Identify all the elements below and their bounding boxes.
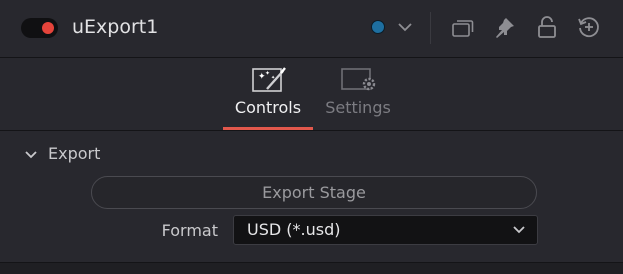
tab-settings[interactable]: Settings bbox=[318, 58, 398, 130]
windows-icon[interactable] bbox=[451, 17, 475, 39]
tab-controls[interactable]: ✦ ✦ ✦ Controls bbox=[223, 58, 313, 130]
magic-wand-icon: ✦ ✦ ✦ bbox=[252, 67, 286, 92]
lock-icon[interactable] bbox=[537, 15, 557, 39]
svg-text:✦: ✦ bbox=[265, 70, 270, 77]
chevron-down-icon bbox=[25, 151, 37, 159]
format-select-value: USD (*.usd) bbox=[247, 220, 341, 239]
inspector-tabs: ✦ ✦ ✦ Controls Settings bbox=[0, 58, 623, 131]
pin-icon[interactable] bbox=[494, 16, 516, 40]
color-swatch[interactable] bbox=[371, 20, 385, 34]
node-header: uExport1 bbox=[0, 0, 623, 58]
svg-text:✦: ✦ bbox=[271, 75, 275, 81]
reset-icon[interactable] bbox=[577, 15, 601, 39]
chevron-down-icon[interactable] bbox=[397, 20, 413, 34]
node-title[interactable]: uExport1 bbox=[72, 14, 158, 40]
export-stage-button[interactable]: Export Stage bbox=[91, 176, 537, 209]
active-tab-indicator bbox=[223, 127, 313, 130]
export-section: Export Export Stage Format USD (*.usd) bbox=[0, 131, 623, 262]
export-section-header[interactable]: Export bbox=[24, 144, 100, 164]
format-label: Format bbox=[161, 221, 218, 240]
tab-controls-label: Controls bbox=[234, 98, 302, 117]
toggle-indicator bbox=[42, 22, 54, 34]
tab-settings-label: Settings bbox=[325, 98, 391, 117]
panel-bottom-edge bbox=[0, 262, 623, 274]
node-enable-toggle[interactable] bbox=[21, 18, 58, 38]
header-separator bbox=[430, 12, 431, 44]
format-select[interactable]: USD (*.usd) bbox=[233, 215, 538, 245]
gear-screen-icon bbox=[341, 68, 376, 91]
chevron-down-icon bbox=[513, 226, 525, 234]
section-title: Export bbox=[48, 144, 101, 163]
